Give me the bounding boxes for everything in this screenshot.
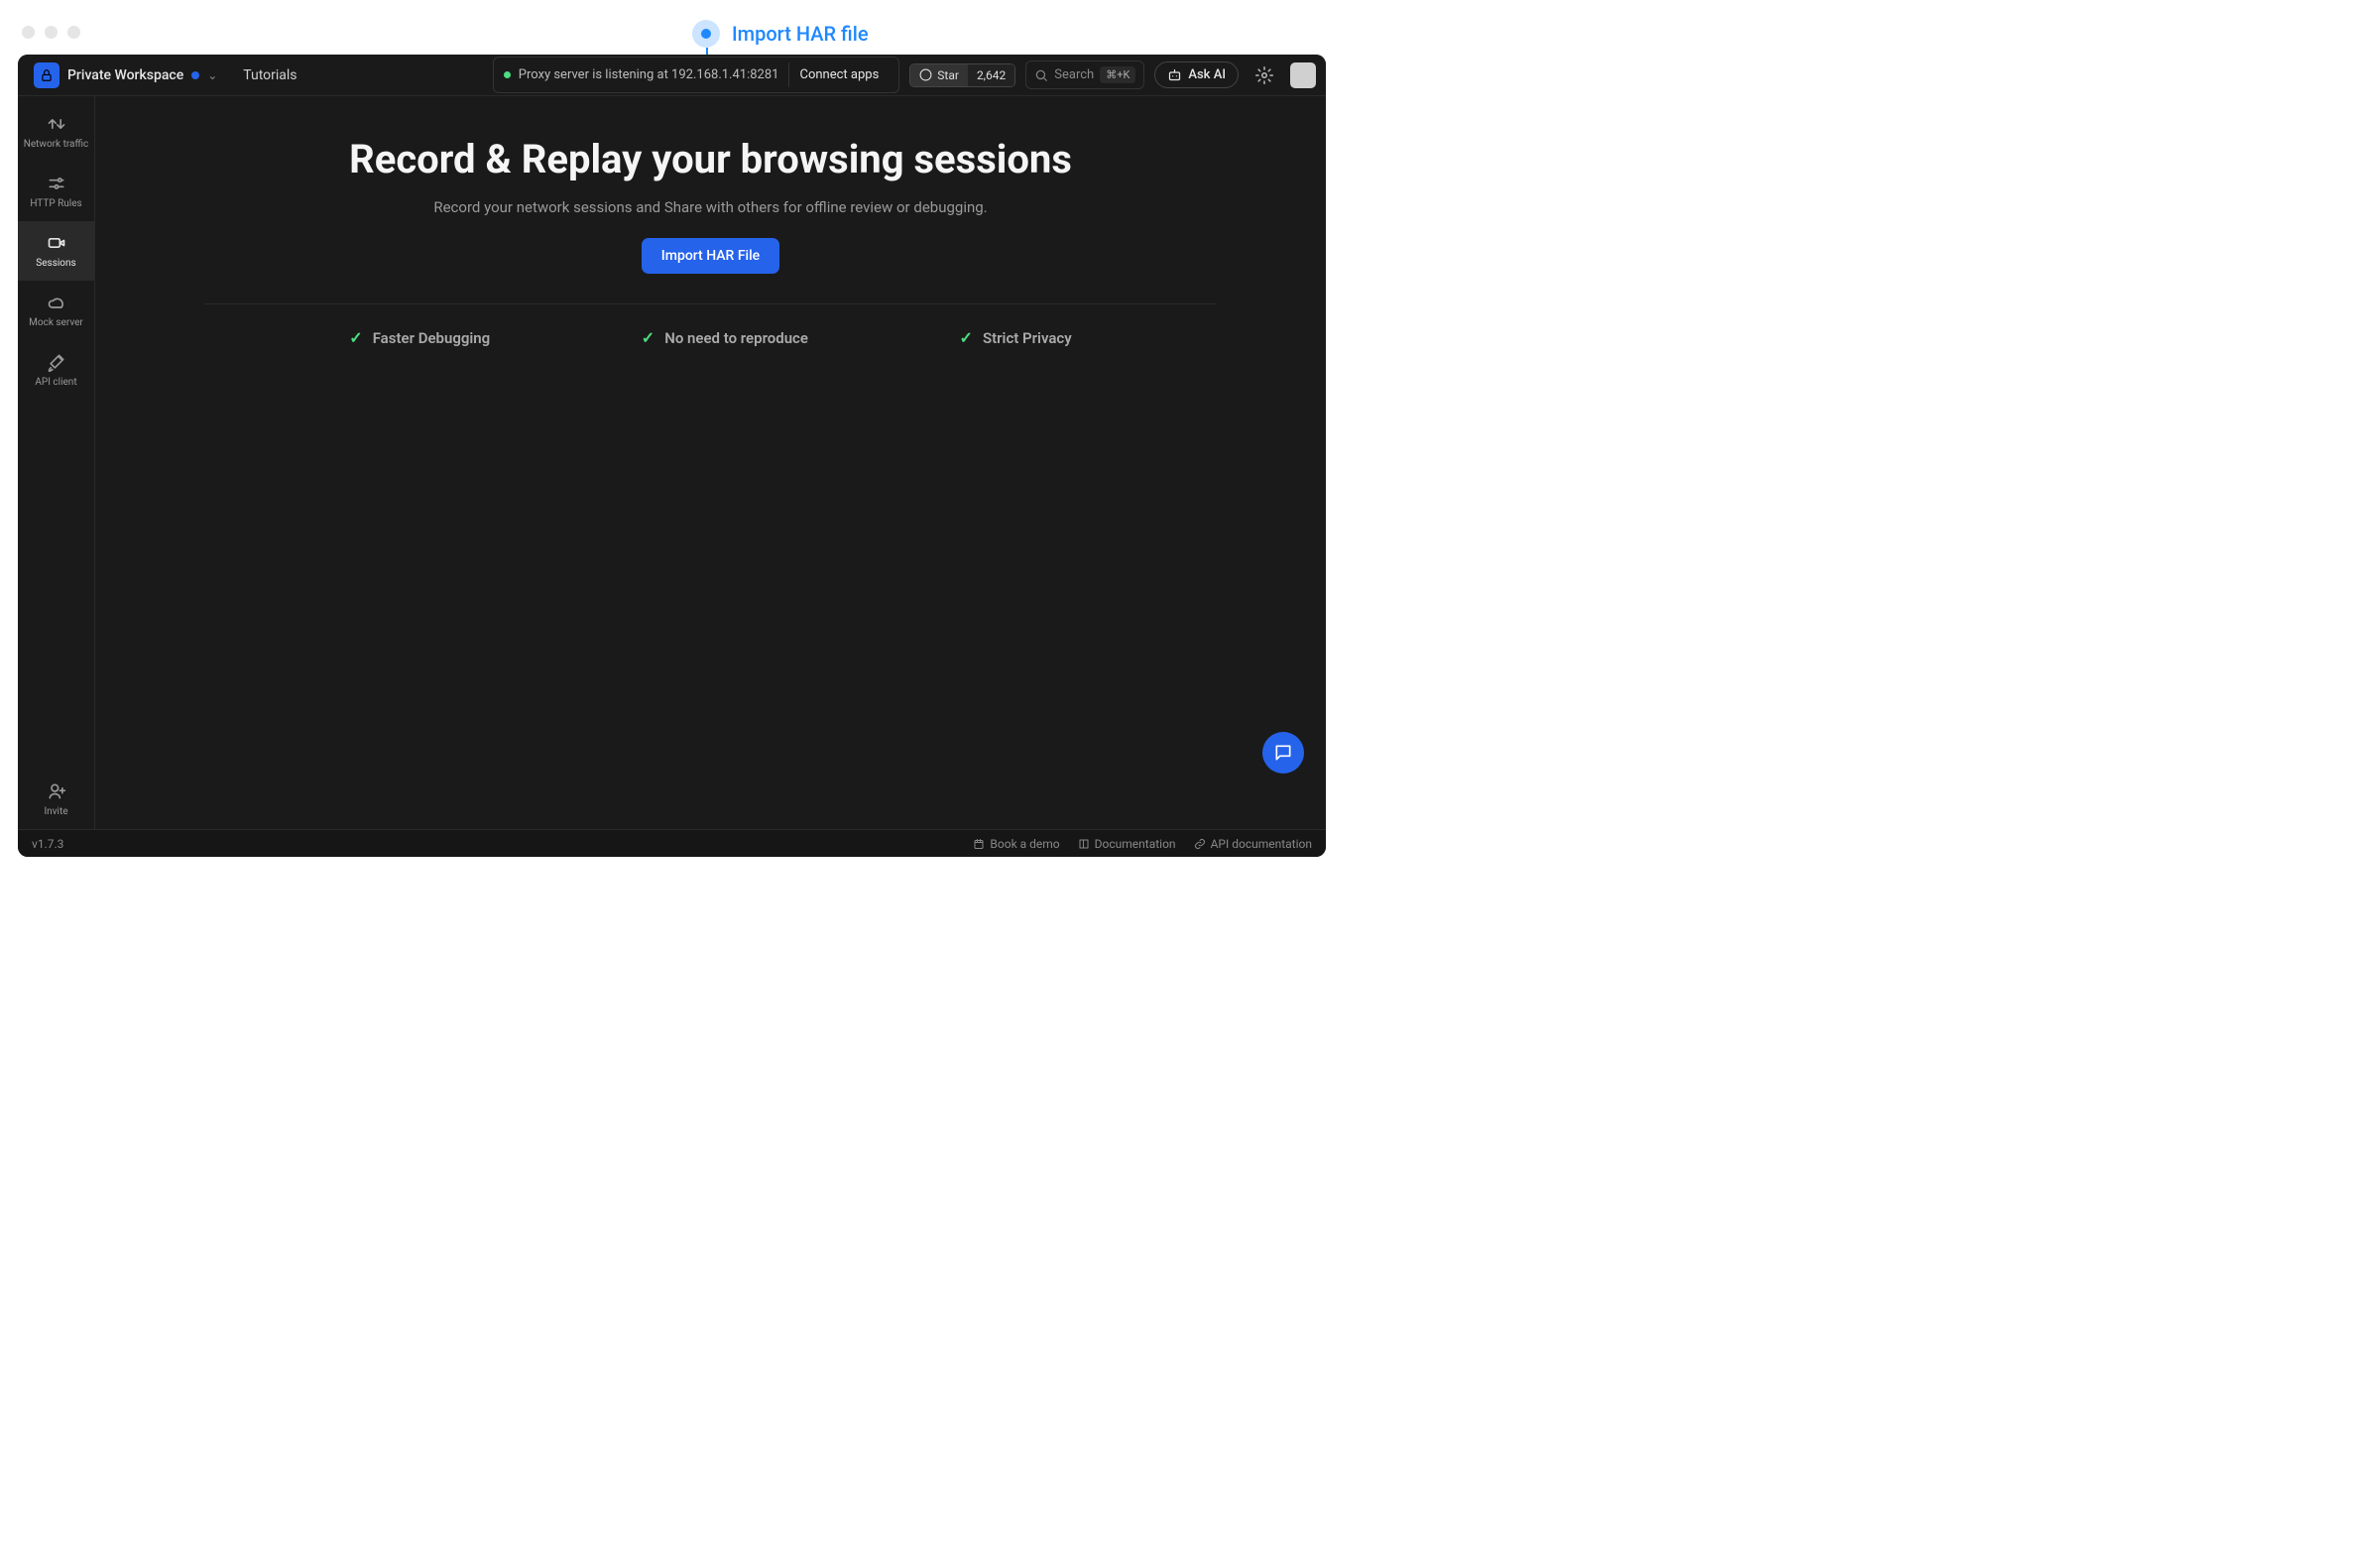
annotation-label: Import HAR file <box>732 22 869 46</box>
main-content: Record & Replay your browsing sessions R… <box>95 96 1326 829</box>
feature-label: Faster Debugging <box>373 329 491 347</box>
feature-item: ✓ Strict Privacy <box>960 328 1072 347</box>
check-icon: ✓ <box>642 328 654 347</box>
link-icon <box>1194 838 1206 850</box>
sidebar-item-http-rules[interactable]: HTTP Rules <box>18 162 95 221</box>
feature-item: ✓ Faster Debugging <box>349 328 490 347</box>
sidebar-item-sessions[interactable]: Sessions <box>18 221 95 281</box>
workspace-selector[interactable]: Private Workspace ⌄ <box>28 59 223 92</box>
feature-label: Strict Privacy <box>983 329 1072 347</box>
book-icon <box>1078 838 1090 850</box>
api-documentation-link[interactable]: API documentation <box>1194 837 1312 851</box>
sidebar-item-label: Network traffic <box>24 139 89 150</box>
user-plus-icon <box>47 781 66 801</box>
bot-icon <box>1167 67 1182 82</box>
version-label: v1.7.3 <box>32 837 63 851</box>
cloud-icon <box>47 293 66 312</box>
window-controls[interactable] <box>22 26 80 39</box>
sidebar: Network traffic HTTP Rules Sessions Mock… <box>18 96 95 829</box>
sidebar-item-label: Mock server <box>29 317 83 328</box>
top-bar: Private Workspace ⌄ Tutorials Proxy serv… <box>18 55 1326 96</box>
proxy-status[interactable]: Proxy server is listening at 192.168.1.4… <box>493 57 900 93</box>
sidebar-item-label: API client <box>35 377 76 388</box>
page-subtitle: Record your network sessions and Share w… <box>135 198 1286 216</box>
network-icon <box>47 114 66 134</box>
import-har-button[interactable]: Import HAR File <box>642 238 779 274</box>
settings-button[interactable] <box>1249 60 1280 91</box>
sidebar-item-mock-server[interactable]: Mock server <box>18 281 95 340</box>
feature-label: No need to reproduce <box>664 329 808 347</box>
proxy-text: Proxy server is listening at 192.168.1.4… <box>519 67 779 82</box>
minimize-dot[interactable] <box>45 26 58 39</box>
close-dot[interactable] <box>22 26 35 39</box>
sidebar-item-invite[interactable]: Invite <box>18 770 95 829</box>
sidebar-item-label: Invite <box>44 806 67 817</box>
search-icon <box>1034 68 1048 82</box>
chevron-down-icon: ⌄ <box>207 68 217 82</box>
search-shortcut: ⌘+K <box>1100 66 1135 83</box>
status-bar: v1.7.3 Book a demo Documentation API doc… <box>18 829 1326 857</box>
tutorials-link[interactable]: Tutorials <box>243 67 297 83</box>
page-title: Record & Replay your browsing sessions <box>135 136 1286 182</box>
chat-fab[interactable] <box>1262 732 1304 774</box>
rocket-icon <box>47 352 66 372</box>
calendar-icon <box>973 838 985 850</box>
search-placeholder: Search <box>1054 67 1094 82</box>
footer-link-label: API documentation <box>1211 837 1312 851</box>
status-dot-icon <box>191 71 199 79</box>
connect-apps-button[interactable]: Connect apps <box>788 62 889 87</box>
lock-icon <box>34 62 60 88</box>
maximize-dot[interactable] <box>67 26 80 39</box>
divider <box>204 303 1217 304</box>
sidebar-item-api-client[interactable]: API client <box>18 340 95 400</box>
status-online-icon <box>504 71 511 78</box>
ask-ai-label: Ask AI <box>1188 67 1226 82</box>
documentation-link[interactable]: Documentation <box>1078 837 1176 851</box>
gear-icon <box>1255 66 1273 84</box>
user-avatar[interactable] <box>1290 62 1316 88</box>
search-input[interactable]: Search ⌘+K <box>1025 60 1144 89</box>
video-icon <box>47 233 66 253</box>
book-demo-link[interactable]: Book a demo <box>973 837 1059 851</box>
check-icon: ✓ <box>960 328 973 347</box>
footer-link-label: Book a demo <box>990 837 1059 851</box>
sidebar-item-label: Sessions <box>36 258 75 269</box>
github-star-count: 2,642 <box>968 64 1014 86</box>
footer-link-label: Documentation <box>1095 837 1176 851</box>
ask-ai-button[interactable]: Ask AI <box>1154 61 1239 88</box>
feature-item: ✓ No need to reproduce <box>642 328 808 347</box>
chat-icon <box>1273 743 1293 763</box>
annotation-callout: Import HAR file <box>692 20 869 48</box>
sidebar-item-label: HTTP Rules <box>30 198 81 209</box>
annotation-marker-icon <box>692 20 720 48</box>
app-window: Private Workspace ⌄ Tutorials Proxy serv… <box>18 55 1326 857</box>
sidebar-item-network-traffic[interactable]: Network traffic <box>18 102 95 162</box>
workspace-name: Private Workspace <box>67 67 183 83</box>
github-star-badge[interactable]: Star 2,642 <box>909 63 1015 87</box>
features-row: ✓ Faster Debugging ✓ No need to reproduc… <box>95 328 1326 347</box>
github-star-label: Star <box>937 68 959 82</box>
check-icon: ✓ <box>349 328 362 347</box>
sliders-icon <box>47 174 66 193</box>
